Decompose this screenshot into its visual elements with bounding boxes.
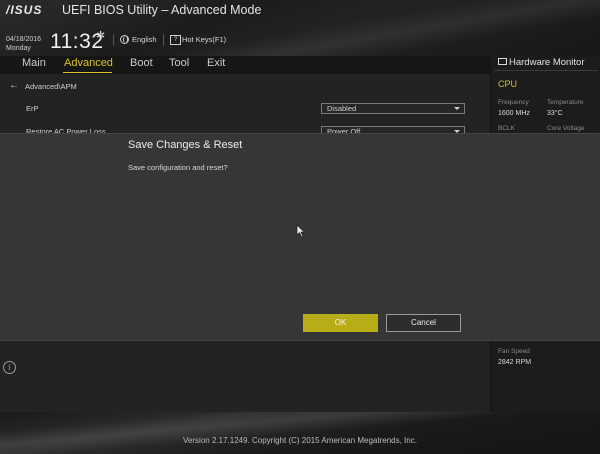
frequency-value: 1600 MHz [498, 110, 530, 117]
cancel-button[interactable]: Cancel [386, 314, 461, 332]
app-title: UEFI BIOS Utility – Advanced Mode [62, 3, 262, 17]
info-icon[interactable]: i [3, 361, 16, 374]
date-display: 04/18/2016 [6, 36, 42, 43]
header-divider [163, 34, 164, 46]
hardware-monitor-divider [494, 70, 598, 71]
tab-exit[interactable]: Exit [207, 57, 225, 69]
globe-icon[interactable] [120, 35, 129, 44]
breadcrumb: Advanced\APM [25, 82, 77, 91]
hardware-monitor-title: Hardware Monitor [509, 57, 585, 68]
weekday-display: Monday [6, 45, 31, 52]
monitor-icon [498, 58, 507, 65]
asus-logo: /ISUS [6, 3, 43, 17]
temperature-value: 33°C [547, 110, 563, 117]
back-arrow-icon[interactable]: ← [9, 80, 19, 91]
bclk-label: BCLK [498, 125, 515, 132]
footer-bar [0, 412, 600, 454]
version-text: Version 2.17.1249. Copyright (C) 2015 Am… [183, 436, 417, 445]
active-tab-indicator [63, 72, 112, 73]
fan-speed-label: Fan Speed [498, 348, 530, 355]
erp-dropdown[interactable]: Disabled [321, 103, 465, 114]
tab-advanced[interactable]: Advanced [64, 57, 113, 69]
tab-boot[interactable]: Boot [130, 57, 153, 69]
core-voltage-label: Core Voltage [547, 125, 585, 132]
erp-dropdown-value: Disabled [327, 104, 357, 113]
tab-tool[interactable]: Tool [169, 57, 189, 69]
language-button[interactable]: English [132, 35, 157, 44]
dialog-title: Save Changes & Reset [128, 139, 243, 151]
chevron-down-icon [454, 107, 460, 110]
fan-speed-value: 2842 RPM [498, 359, 532, 366]
mouse-cursor-icon [296, 224, 306, 238]
hotkeys-button[interactable]: Hot Keys(F1) [182, 35, 226, 44]
ok-button[interactable]: OK [303, 314, 378, 332]
setting-label-erp: ErP [26, 104, 39, 113]
header-divider [113, 34, 114, 46]
cpu-heading: CPU [498, 79, 518, 89]
dialog-message: Save configuration and reset? [128, 163, 228, 172]
frequency-label: Frequency [498, 99, 529, 106]
hotkey-icon[interactable]: ? [170, 35, 181, 45]
gear-icon[interactable]: ✲ [96, 29, 105, 42]
temperature-label: Temperature [547, 99, 584, 106]
tab-main[interactable]: Main [22, 57, 46, 69]
